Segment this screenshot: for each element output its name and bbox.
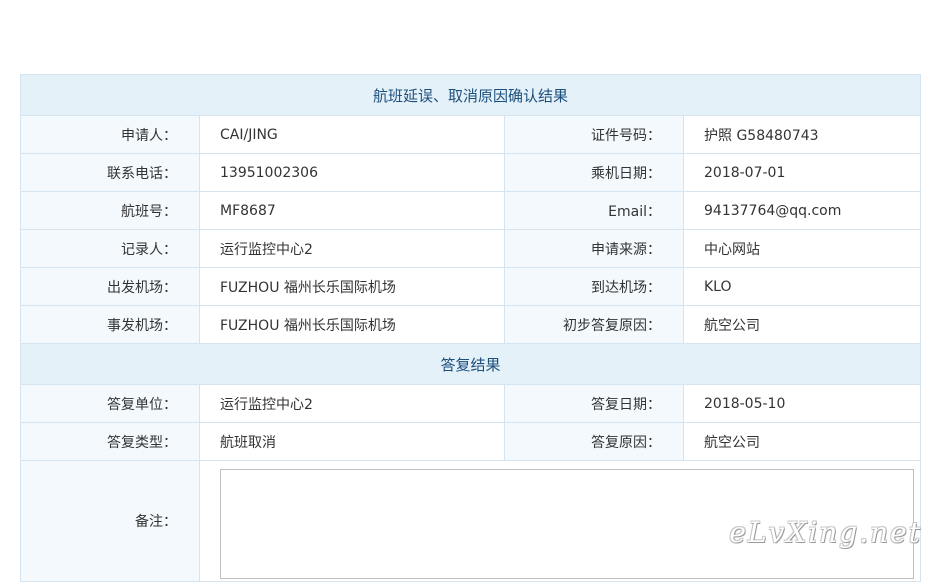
recorder-value: 运行监控中心2 — [199, 229, 505, 268]
reply-reason-value: 航空公司 — [682, 422, 922, 461]
applicant-label: 申请人： — [20, 115, 200, 154]
reply-unit-value: 运行监控中心2 — [199, 384, 505, 423]
applicant-value: CAI/JING — [199, 115, 505, 154]
reply-reason-label: 答复原因： — [504, 422, 684, 461]
table-row: 记录人： 运行监控中心2 申请来源： 中心网站 — [20, 229, 922, 268]
email-label: Email： — [504, 191, 684, 230]
arrival-airport-value: KLO — [682, 267, 922, 306]
section-title-confirmation: 航班延误、取消原因确认结果 — [19, 74, 922, 116]
id-number-label: 证件号码： — [504, 115, 684, 154]
incident-airport-value: FUZHOU 福州长乐国际机场 — [199, 305, 505, 344]
section-header: 答复结果 — [19, 343, 922, 385]
phone-label: 联系电话： — [20, 153, 200, 192]
request-source-value: 中心网站 — [682, 229, 922, 268]
reply-type-label: 答复类型： — [20, 422, 200, 461]
remark-label: 备注： — [20, 460, 200, 582]
table-row: 答复类型： 航班取消 答复原因： 航空公司 — [20, 422, 922, 461]
initial-reason-value: 航空公司 — [682, 305, 922, 344]
reply-unit-label: 答复单位： — [20, 384, 200, 423]
arrival-airport-label: 到达机场： — [504, 267, 684, 306]
reply-date-label: 答复日期： — [504, 384, 684, 423]
table-row: 答复单位： 运行监控中心2 答复日期： 2018-05-10 — [20, 384, 922, 423]
departure-airport-label: 出发机场： — [20, 267, 200, 306]
flight-date-label: 乘机日期： — [504, 153, 684, 192]
id-number-value: 护照 G58480743 — [682, 115, 922, 154]
phone-value: 13951002306 — [199, 153, 505, 192]
initial-reason-label: 初步答复原因： — [504, 305, 684, 344]
watermark-logo: eLvXing.net — [729, 516, 922, 549]
flight-delay-confirmation-table: 航班延误、取消原因确认结果 申请人： CAI/JING 证件号码： 护照 G58… — [19, 74, 922, 582]
departure-airport-value: FUZHOU 福州长乐国际机场 — [199, 267, 505, 306]
table-row: 申请人： CAI/JING 证件号码： 护照 G58480743 — [20, 115, 922, 154]
section-header: 航班延误、取消原因确认结果 — [19, 74, 922, 116]
flight-number-label: 航班号： — [20, 191, 200, 230]
section-title-reply: 答复结果 — [19, 343, 922, 385]
table-row: 航班号： MF8687 Email： 94137764@qq.com — [20, 191, 922, 230]
email-value: 94137764@qq.com — [682, 191, 922, 230]
incident-airport-label: 事发机场： — [20, 305, 200, 344]
flight-date-value: 2018-07-01 — [682, 153, 922, 192]
table-row: 事发机场： FUZHOU 福州长乐国际机场 初步答复原因： 航空公司 — [20, 305, 922, 344]
table-row: 出发机场： FUZHOU 福州长乐国际机场 到达机场： KLO — [20, 267, 922, 306]
request-source-label: 申请来源： — [504, 229, 684, 268]
reply-date-value: 2018-05-10 — [682, 384, 922, 423]
table-row: 联系电话： 13951002306 乘机日期： 2018-07-01 — [20, 153, 922, 192]
reply-type-value: 航班取消 — [199, 422, 505, 461]
recorder-label: 记录人： — [20, 229, 200, 268]
flight-number-value: MF8687 — [199, 191, 505, 230]
